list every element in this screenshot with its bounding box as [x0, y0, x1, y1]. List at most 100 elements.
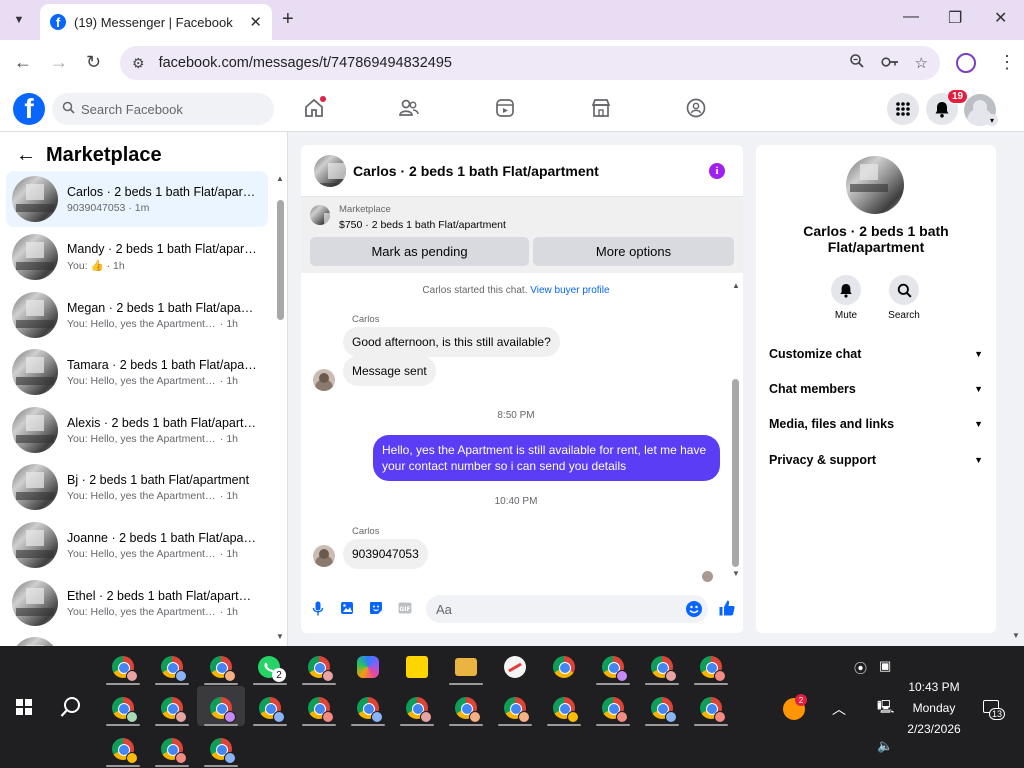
chrome-profile-icon[interactable]: [700, 697, 726, 723]
back-arrow-icon[interactable]: ←: [14, 52, 32, 73]
chrome-profile-icon[interactable]: [357, 697, 383, 723]
emoji-icon[interactable]: [686, 601, 702, 617]
site-info-icon[interactable]: ⚙: [132, 55, 145, 72]
message-input[interactable]: [436, 601, 676, 617]
media-files-links-row[interactable]: Media, files and links ▼: [769, 414, 983, 434]
chrome-profile-icon[interactable]: [406, 697, 432, 723]
home-icon[interactable]: [302, 96, 326, 120]
chrome-profile-icon[interactable]: [112, 697, 138, 723]
conversation-item-joanne[interactable]: Joanne · 2 beds 1 bath Flat/apartment Yo…: [6, 517, 268, 573]
conversation-item-tamara[interactable]: Tamara · 2 beds 1 bath Flat/apartment Yo…: [6, 344, 268, 400]
new-tab-icon[interactable]: +: [282, 8, 294, 31]
conversation-item-ethel[interactable]: Ethel · 2 beds 1 bath Flat/apartment You…: [6, 575, 268, 631]
password-key-icon[interactable]: [880, 55, 899, 72]
sender-avatar[interactable]: [313, 545, 335, 567]
chat-title[interactable]: Carlos · 2 beds 1 bath Flat/apartment: [353, 163, 599, 179]
conversation-item-bj[interactable]: Bj · 2 beds 1 bath Flat/apartment You: H…: [6, 459, 268, 515]
copilot-icon[interactable]: [357, 656, 379, 678]
bookmark-star-icon[interactable]: ☆: [915, 54, 928, 72]
conversation-item-alexis[interactable]: Alexis · 2 beds 1 bath Flat/apartment Yo…: [6, 402, 268, 458]
sender-avatar[interactable]: [313, 369, 335, 391]
facebook-search-input[interactable]: [81, 101, 261, 117]
chrome-profile-icon[interactable]: [308, 697, 334, 723]
snipping-tool-icon[interactable]: [504, 656, 526, 678]
chat-scroll-thumb[interactable]: [732, 379, 739, 567]
camera-icon[interactable]: ▣: [879, 658, 891, 674]
listing-price-title[interactable]: $750 · 2 beds 1 bath Flat/apartment: [339, 219, 506, 231]
browser-profile-icon[interactable]: [956, 53, 976, 73]
microphone-icon[interactable]: [311, 601, 325, 615]
chrome-profile-icon-active[interactable]: [210, 697, 236, 723]
sticker-icon[interactable]: [369, 601, 383, 615]
restore-icon[interactable]: ❐: [948, 8, 962, 28]
gif-icon[interactable]: GIF: [398, 601, 412, 615]
sidebar-scrollbar[interactable]: ▲ ▼: [275, 172, 285, 646]
minimize-icon[interactable]: —: [903, 8, 919, 26]
facebook-search[interactable]: [52, 93, 274, 125]
chrome-profile-icon[interactable]: [700, 656, 726, 682]
browser-menu-icon[interactable]: ⋮: [998, 52, 1016, 73]
volume-icon[interactable]: 🔈: [877, 738, 893, 754]
scroll-down-icon[interactable]: ▼: [276, 632, 284, 641]
browser-tab-messenger[interactable]: f (19) Messenger | Facebook ✕: [40, 4, 272, 40]
chrome-profile-icon[interactable]: [651, 656, 677, 682]
chat-listing-thumbnail[interactable]: [314, 154, 346, 187]
forward-arrow-icon[interactable]: →: [50, 52, 68, 73]
chrome-profile-icon[interactable]: [112, 656, 138, 682]
chrome-profile-icon[interactable]: [161, 697, 187, 723]
chat-members-row[interactable]: Chat members ▼: [769, 379, 983, 399]
details-listing-thumbnail[interactable]: [846, 156, 904, 214]
taskbar-clock[interactable]: 10:43 PM Monday 2/23/2026: [895, 677, 973, 740]
taskbar-search-icon[interactable]: [60, 696, 82, 724]
whatsapp-icon[interactable]: 2: [258, 656, 286, 682]
search-icon[interactable]: [889, 275, 919, 305]
show-hidden-icons-chevron-icon[interactable]: ︿: [832, 699, 846, 719]
chrome-profile-icon[interactable]: [210, 656, 236, 682]
chrome-profile-icon[interactable]: [308, 656, 334, 682]
friends-icon[interactable]: [397, 96, 421, 120]
facebook-logo-icon[interactable]: f: [13, 93, 45, 125]
mute-action[interactable]: Mute: [821, 275, 871, 321]
search-action[interactable]: Search: [879, 275, 929, 321]
chrome-profile-icon[interactable]: [455, 697, 481, 723]
page-scroll-down-icon[interactable]: ▼: [1012, 631, 1020, 640]
sticky-notes-icon[interactable]: [406, 656, 428, 678]
chrome-icon[interactable]: [553, 656, 575, 678]
firefox-icon[interactable]: 2: [783, 694, 807, 720]
record-icon[interactable]: ⦿: [854, 658, 867, 677]
groups-icon[interactable]: [684, 96, 708, 120]
more-options-button[interactable]: More options: [533, 237, 734, 266]
photo-icon[interactable]: [340, 601, 354, 615]
thumbs-up-send-icon[interactable]: [718, 599, 736, 617]
conversation-item-mandy[interactable]: Mandy · 2 beds 1 bath Flat/apartment You…: [6, 229, 268, 285]
scroll-up-icon[interactable]: ▲: [732, 281, 740, 290]
network-icon[interactable]: 🖳: [877, 698, 894, 720]
mark-as-pending-button[interactable]: Mark as pending: [310, 237, 529, 266]
conversation-info-icon[interactable]: i: [709, 163, 725, 179]
window-close-icon[interactable]: ✕: [994, 8, 1007, 28]
marketplace-icon[interactable]: [589, 96, 613, 120]
chrome-profile-icon[interactable]: [602, 697, 628, 723]
chrome-profile-icon[interactable]: [553, 697, 579, 723]
conversation-item-carlos[interactable]: Carlos · 2 beds 1 bath Flat/apartment 90…: [6, 171, 268, 227]
conversation-item-partial[interactable]: [6, 632, 268, 646]
account-chevron-icon[interactable]: ▾: [986, 114, 998, 126]
tab-close-icon[interactable]: ✕: [249, 13, 262, 31]
scroll-up-icon[interactable]: ▲: [276, 174, 284, 183]
conversation-item-megan[interactable]: Megan · 2 beds 1 bath Flat/apartment You…: [6, 287, 268, 343]
menu-grid-icon[interactable]: [887, 93, 919, 125]
chrome-profile-icon[interactable]: [210, 738, 236, 764]
windows-start-icon[interactable]: [16, 699, 32, 715]
listing-mini-thumbnail[interactable]: [310, 205, 330, 225]
chrome-profile-icon[interactable]: [161, 656, 187, 682]
outgoing-message[interactable]: Hello, yes the Apartment is still availa…: [373, 435, 720, 481]
chrome-profile-icon[interactable]: [112, 738, 138, 764]
incoming-message[interactable]: 9039047053: [343, 539, 428, 569]
reload-icon[interactable]: ↻: [86, 52, 101, 73]
address-bar[interactable]: ⚙ facebook.com/messages/t/74786949483249…: [120, 46, 940, 80]
customize-chat-row[interactable]: Customize chat ▼: [769, 344, 983, 364]
chrome-profile-icon[interactable]: [504, 697, 530, 723]
incoming-message[interactable]: Message sent: [343, 356, 436, 386]
view-buyer-profile-link[interactable]: View buyer profile: [530, 285, 609, 296]
chrome-profile-icon[interactable]: [651, 697, 677, 723]
